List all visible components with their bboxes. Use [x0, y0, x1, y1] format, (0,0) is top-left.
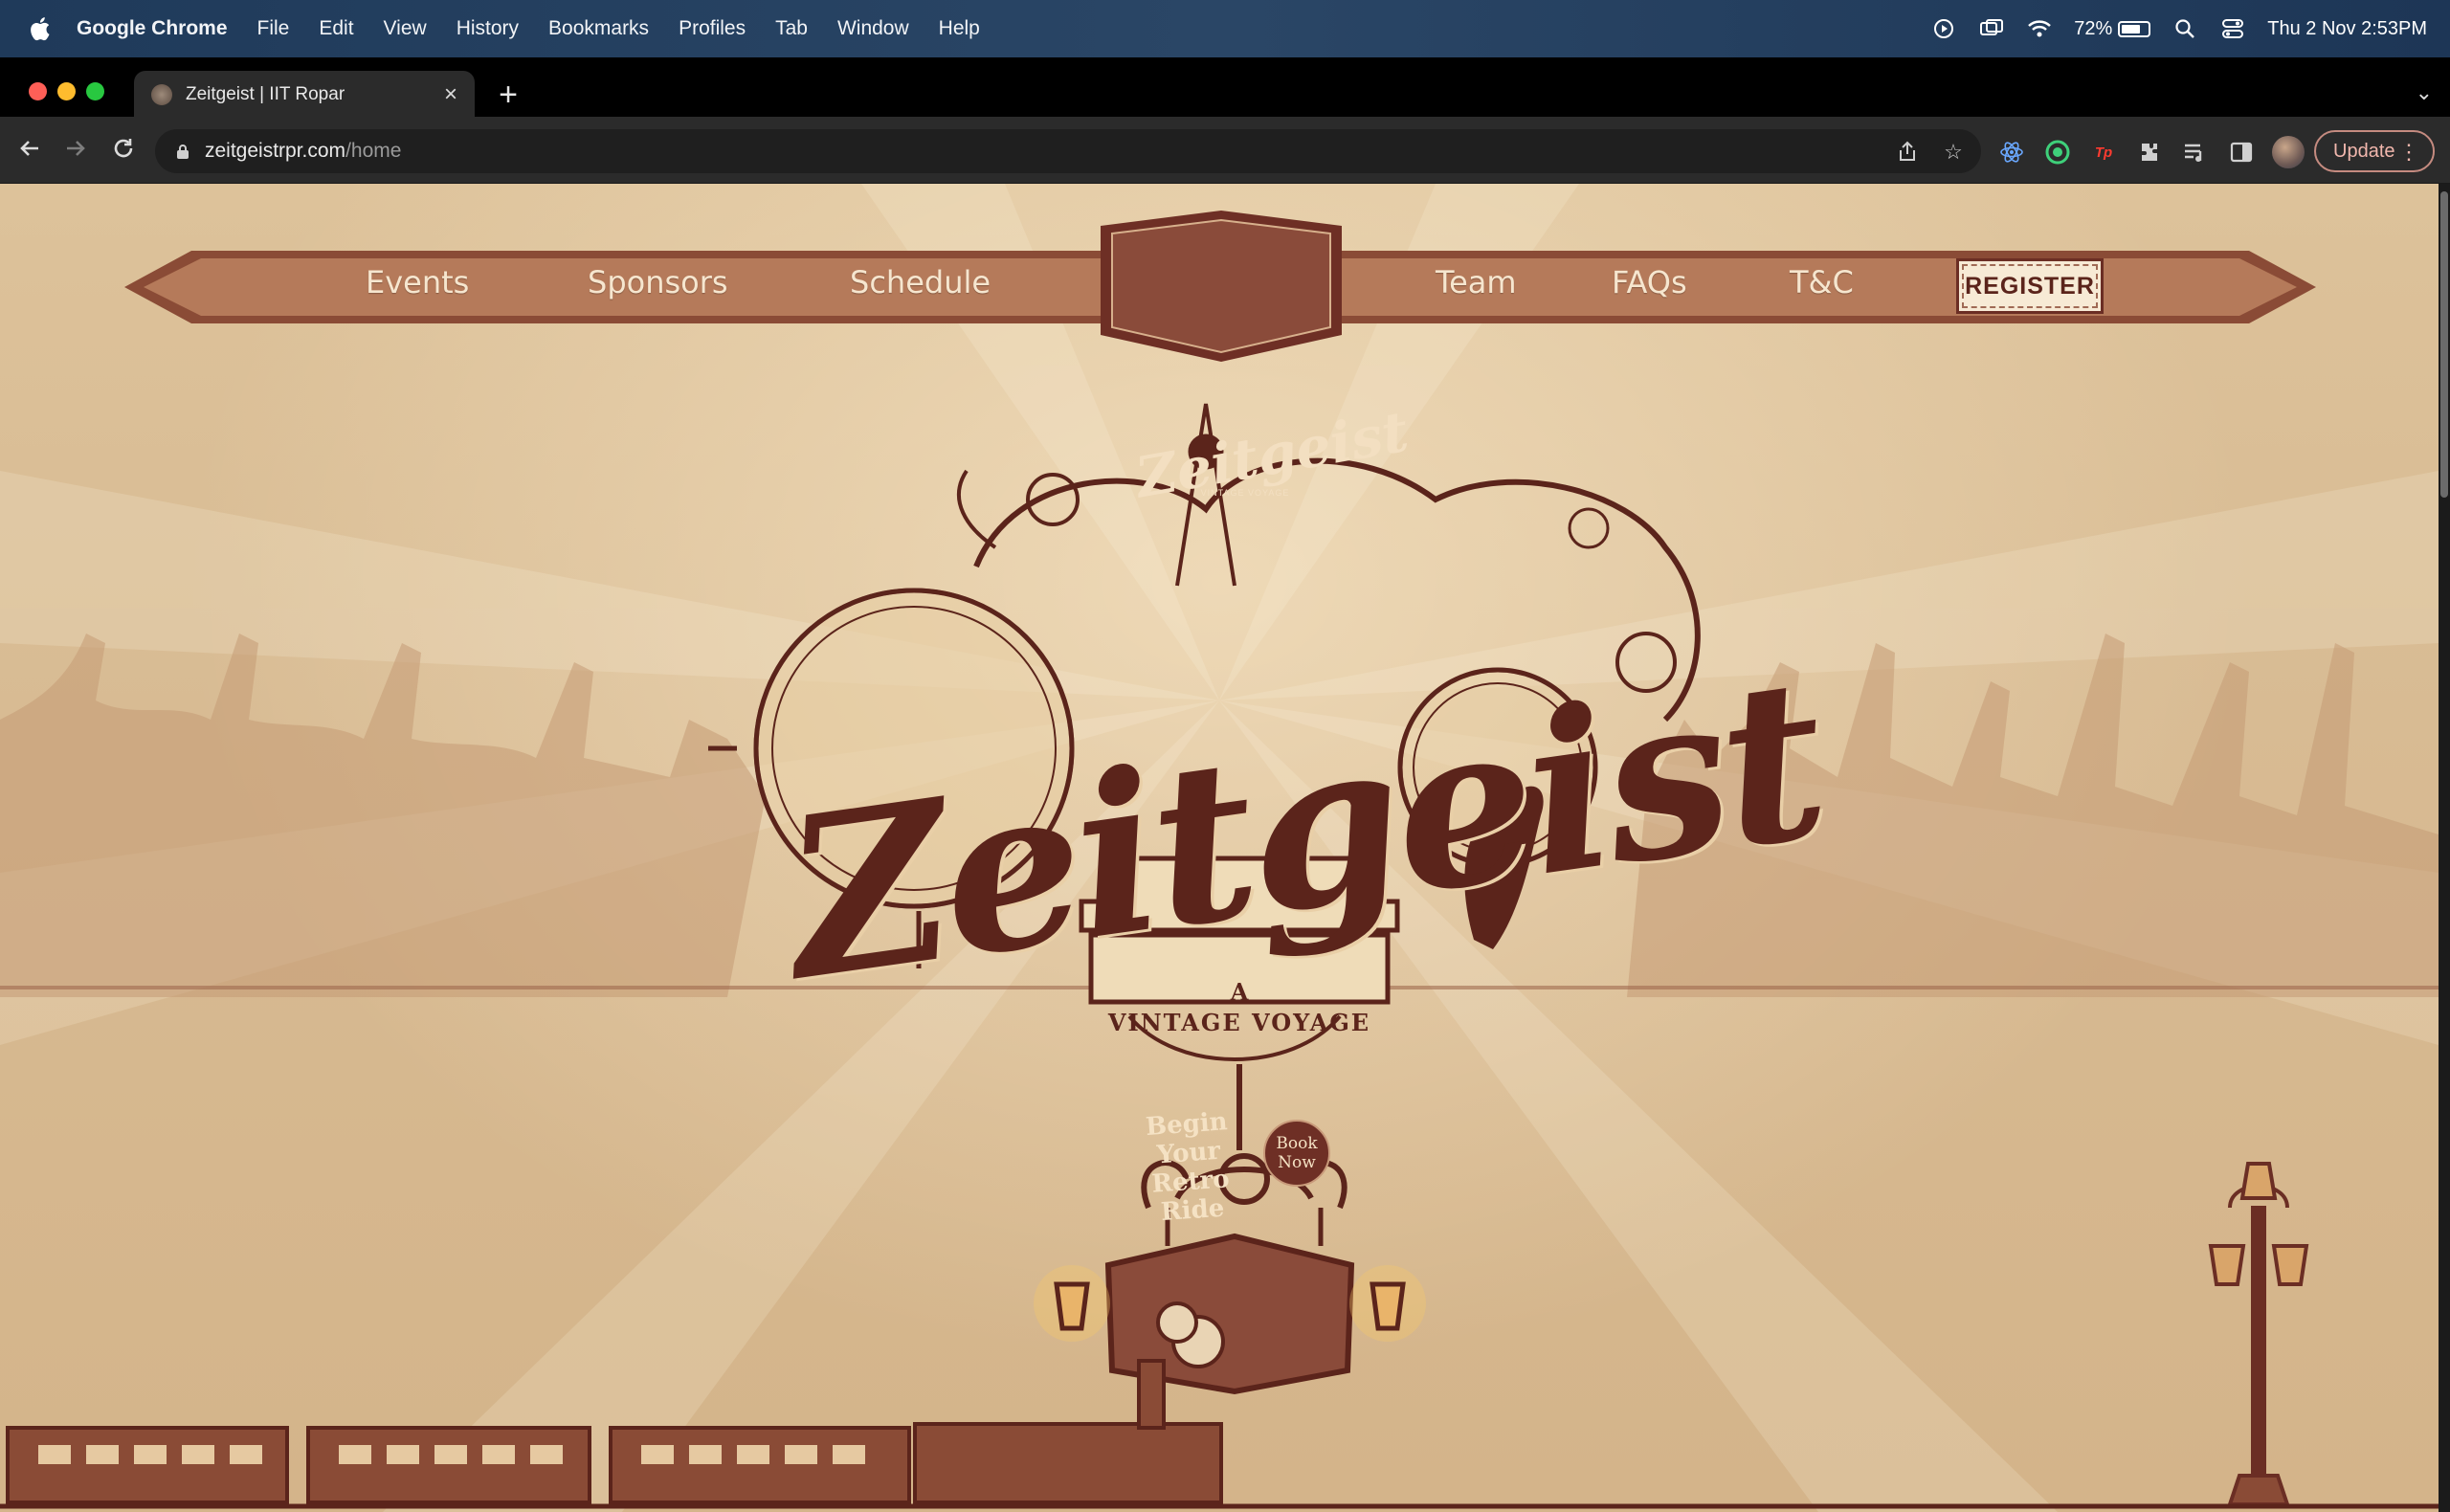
hero-tagline-a: A	[1230, 978, 1249, 1006]
register-button[interactable]: REGISTER	[1956, 258, 2104, 314]
battery-level-fill	[2122, 24, 2140, 33]
menu-view[interactable]: View	[384, 17, 427, 40]
spotlight-search-icon[interactable]	[2172, 15, 2198, 42]
address-bar[interactable]: zeitgeistrpr.com/home	[155, 129, 1981, 173]
nav-link-schedule[interactable]: Schedule	[850, 264, 991, 300]
wifi-icon[interactable]	[2026, 15, 2053, 42]
menu-tab[interactable]: Tab	[775, 17, 808, 40]
window-zoom-button[interactable]	[86, 82, 104, 100]
bookmark-star-icon[interactable]: ☆	[1941, 140, 1966, 165]
media-queue-icon[interactable]	[2182, 139, 2209, 166]
side-panel-icon[interactable]	[2228, 139, 2255, 166]
macos-menu-bar: Google Chrome File Edit View History Boo…	[0, 0, 2450, 57]
zeitgeist-homepage: Events Sponsors Schedule Team FAQs T&C R…	[0, 184, 2439, 1512]
new-tab-button[interactable]: +	[494, 77, 523, 113]
street-lamp	[2208, 1162, 2309, 1506]
update-label: Update	[2333, 140, 2395, 162]
window-minimize-button[interactable]	[57, 82, 76, 100]
extensions-puzzle-icon[interactable]	[2136, 139, 2163, 166]
share-icon[interactable]	[1895, 140, 1920, 165]
nav-logo-subtitle: VINTAGE VOYAGE	[1200, 488, 1290, 498]
window-close-button[interactable]	[29, 82, 47, 100]
apple-logo-icon[interactable]	[27, 14, 56, 43]
nav-link-events[interactable]: Events	[366, 264, 469, 300]
screen-mirroring-icon[interactable]	[1978, 15, 2005, 42]
page-scrollbar-thumb[interactable]	[2440, 191, 2448, 498]
battery-indicator[interactable]: 72%	[2074, 17, 2151, 40]
menu-file[interactable]: File	[257, 17, 290, 40]
control-center-icon[interactable]	[2219, 15, 2246, 42]
nav-link-faqs[interactable]: FAQs	[1612, 264, 1687, 300]
menubar-clock[interactable]: Thu 2 Nov 2:53PM	[2267, 18, 2427, 40]
nav-link-sponsors[interactable]: Sponsors	[588, 264, 728, 300]
forward-arrow-icon[interactable]	[59, 134, 92, 167]
url-path: /home	[345, 140, 402, 162]
reload-icon[interactable]	[107, 134, 140, 167]
url-host: zeitgeistrpr.com	[205, 140, 346, 162]
extension-green-circle-icon[interactable]	[2044, 139, 2071, 166]
browser-tab-active[interactable]: Zeitgeist | IIT Ropar ×	[134, 71, 475, 119]
battery-percent: 72%	[2074, 17, 2113, 39]
menu-app-name[interactable]: Google Chrome	[77, 17, 228, 40]
menu-profiles[interactable]: Profiles	[679, 17, 746, 40]
train-windows	[38, 1445, 865, 1464]
menu-bookmarks[interactable]: Bookmarks	[548, 17, 649, 40]
extension-tp-icon[interactable]: Tp	[2090, 139, 2117, 166]
book-now-button[interactable]: Book Now	[1263, 1120, 1330, 1187]
tab-title: Zeitgeist | IIT Ropar	[186, 84, 345, 104]
update-chrome-button[interactable]: Update ⋮	[2314, 130, 2435, 172]
lock-icon[interactable]	[176, 144, 189, 159]
nav-link-team[interactable]: Team	[1436, 264, 1517, 300]
more-vertical-icon[interactable]: ⋮	[2398, 140, 2419, 165]
nav-link-tnc[interactable]: T&C	[1790, 264, 1854, 300]
profile-avatar[interactable]	[2272, 136, 2305, 168]
extension-react-icon[interactable]	[1998, 139, 2025, 166]
hero-tagline: VINTAGE VOYAGE	[1107, 1009, 1371, 1036]
tab-close-icon[interactable]: ×	[436, 81, 465, 108]
battery-icon	[2118, 20, 2151, 37]
site-favicon-icon	[151, 84, 172, 105]
menu-edit[interactable]: Edit	[319, 17, 353, 40]
tab-search-chevron-icon[interactable]: ⌄	[2416, 80, 2433, 105]
back-arrow-icon[interactable]	[13, 134, 46, 167]
play-circle-icon[interactable]	[1930, 15, 1957, 42]
menu-window[interactable]: Window	[837, 17, 909, 40]
menu-history[interactable]: History	[457, 17, 519, 40]
menu-help[interactable]: Help	[939, 17, 980, 40]
begin-retro-ride-link[interactable]: Begin Your Retro Ride	[1122, 1105, 1258, 1229]
